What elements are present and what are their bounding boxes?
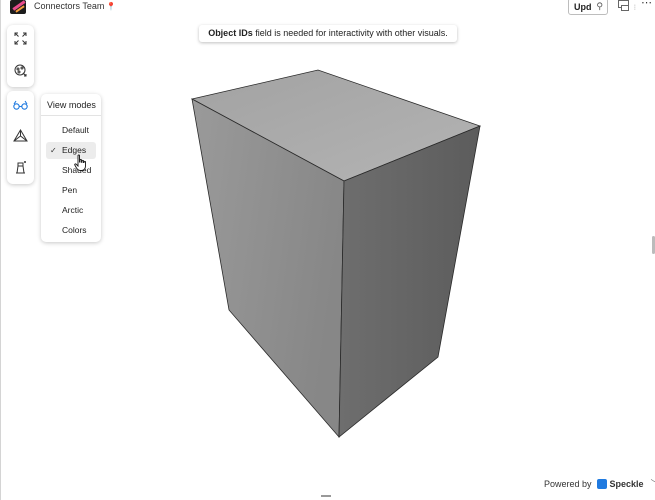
more-options-icon[interactable]: ⋯ [641,0,652,9]
notice-text: field is needed for interactivity with o… [252,28,448,38]
pin-icon: 📍 [106,2,117,11]
powered-by-footer[interactable]: Powered by Speckle ﹀ [544,478,655,489]
chevron-down-icon: ﹀ [651,478,655,489]
box-model[interactable] [190,69,482,439]
camera-views-icon[interactable] [11,126,30,145]
view-mode-shaded[interactable]: Shaded [46,162,96,179]
3d-viewport[interactable] [1,0,655,500]
resize-handle[interactable] [321,495,331,497]
view-mode-label: Colors [62,225,87,235]
view-mode-edges[interactable]: ✓ Edges [46,142,96,159]
update-button-label: Upd [574,2,592,12]
dropdown-small-icon: ⋮ [632,5,638,11]
app-logo [10,0,26,14]
check-icon: ✓ [50,146,57,155]
view-mode-default[interactable]: Default [46,122,96,139]
view-modes-menu: View modes Default ✓ Edges Shaded Pen Arc… [41,94,101,242]
app-title-text: Connectors Team [34,1,105,11]
pin-small-icon: ⚲ [596,1,603,11]
speckle-logo-icon [596,478,607,489]
view-mode-pen[interactable]: Pen [46,182,96,199]
visual-header: Connectors Team 📍 Upd ⚲ ⋮ ⋯ [1,0,655,17]
speckle-brand: Speckle [609,478,644,489]
view-modes-icon[interactable] [11,96,30,115]
update-button[interactable]: Upd ⚲ [568,0,608,15]
view-mode-label: Pen [62,185,78,195]
model-filter-icon[interactable] [11,61,30,80]
layout-sub-icon [621,5,629,11]
object-ids-notice: Object IDs field is needed for interacti… [199,25,457,42]
visual-frame: Connectors Team 📍 Upd ⚲ ⋮ ⋯ Object IDs fie… [0,0,655,500]
view-modes-header: View modes [47,100,96,110]
fullscreen-icon[interactable] [11,29,30,48]
hand-cursor-icon [74,154,86,171]
menu-divider [41,115,101,116]
toolbar-group-1 [7,25,34,87]
app-title: Connectors Team 📍 [34,1,117,11]
view-mode-arctic[interactable]: Arctic [46,202,96,219]
powered-by-text: Powered by [544,478,592,489]
lighting-icon[interactable] [11,158,30,177]
notice-bold: Object IDs [208,28,253,38]
view-mode-colors[interactable]: Colors [46,222,96,239]
view-mode-label: Arctic [62,205,84,215]
toolbar-group-2 [7,91,34,184]
view-mode-label: Default [62,125,89,135]
